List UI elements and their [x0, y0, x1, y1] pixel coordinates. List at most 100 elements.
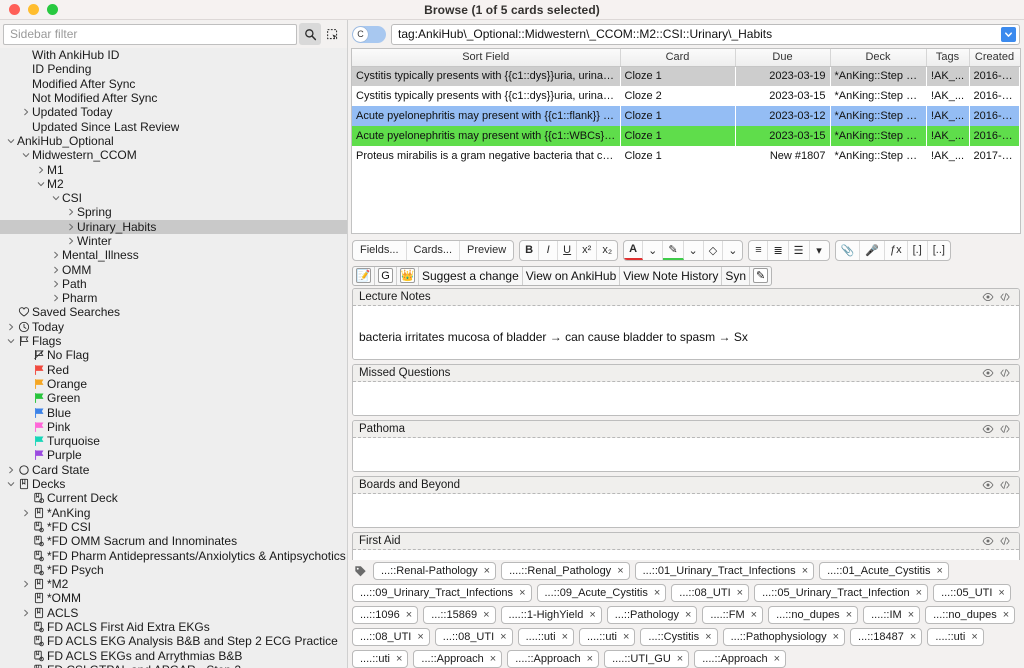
- remove-formatting-dropdown[interactable]: ⌄: [723, 241, 742, 260]
- justify-button[interactable]: ☰: [789, 240, 810, 260]
- sidebar-item-m2[interactable]: M2: [0, 177, 347, 191]
- attach-media-button[interactable]: 📎: [836, 240, 861, 260]
- chevron-right-icon[interactable]: [65, 237, 76, 245]
- underline-button[interactable]: U: [558, 240, 578, 260]
- remove-tag-icon[interactable]: ×: [617, 565, 623, 577]
- field-content[interactable]: bacteria irritates mucosa of bladder → c…: [353, 306, 1019, 359]
- table-row[interactable]: Acute pyelonephritis may present with {{…: [352, 126, 1020, 146]
- preview-button[interactable]: Preview: [460, 241, 513, 260]
- column-header-tags[interactable]: Tags: [926, 49, 970, 67]
- sidebar-item-card-state[interactable]: Card State: [0, 463, 347, 477]
- field-pathoma[interactable]: Pathoma: [352, 420, 1020, 472]
- tag-chip[interactable]: ...::1096 ×: [352, 606, 419, 624]
- view-on-ankihub-button[interactable]: View on AnkiHub: [523, 266, 621, 285]
- remove-tag-icon[interactable]: ×: [406, 609, 412, 621]
- sidebar-item-orange[interactable]: Orange: [0, 377, 347, 391]
- sidebar-item-omm[interactable]: OMM: [0, 262, 347, 277]
- superscript-button[interactable]: x²: [577, 240, 598, 260]
- tag-chip[interactable]: ....::FM ×: [702, 606, 764, 624]
- cloze-button[interactable]: [.]: [908, 240, 928, 260]
- remove-tag-icon[interactable]: ×: [654, 587, 660, 599]
- remove-tag-icon[interactable]: ×: [705, 631, 711, 643]
- search-input[interactable]: tag:AnkiHub\_Optional::Midwestern\_CCOM:…: [398, 27, 1001, 41]
- view-note-history-button[interactable]: View Note History: [620, 266, 723, 285]
- field-missed-questions[interactable]: Missed Questions: [352, 364, 1020, 416]
- sidebar-item-fd-acls-ekgs-and-arrythmias-b-b[interactable]: FD ACLS EKGs and Arrythmias B&B: [0, 648, 347, 663]
- chevron-right-icon[interactable]: [50, 251, 61, 259]
- chevron-down-icon[interactable]: [20, 151, 31, 159]
- highlight-color-button[interactable]: ✎: [663, 240, 684, 260]
- sync-button[interactable]: Syn: [722, 266, 751, 285]
- tag-chip[interactable]: ...::08_UTI ×: [671, 584, 750, 602]
- edit-note-icon[interactable]: 📝: [353, 266, 375, 285]
- chevron-right-icon[interactable]: [20, 609, 31, 617]
- html-editor-icon[interactable]: [996, 479, 1013, 491]
- tag-chip[interactable]: ...::01_Urinary_Tract_Infections ×: [634, 562, 815, 580]
- html-editor-icon[interactable]: [996, 367, 1013, 379]
- sidebar-item-path[interactable]: Path: [0, 277, 347, 291]
- remove-tag-icon[interactable]: ×: [936, 565, 942, 577]
- sidebar-item-green[interactable]: Green: [0, 391, 347, 405]
- tags-area[interactable]: ...::Renal-Pathology × ....::Renal_Patholo…: [348, 560, 1024, 668]
- remove-tag-icon[interactable]: ×: [490, 653, 496, 665]
- remove-tag-icon[interactable]: ×: [737, 587, 743, 599]
- sidebar-item-saved-searches[interactable]: Saved Searches: [0, 305, 347, 319]
- remove-tag-icon[interactable]: ×: [916, 587, 922, 599]
- note-fields[interactable]: Lecture Notes bacteria irritates mucosa o…: [348, 288, 1024, 560]
- tag-chip[interactable]: ...::08_UTI ×: [352, 628, 430, 646]
- remove-tag-icon[interactable]: ×: [519, 587, 525, 599]
- editor-primary-buttons[interactable]: Fields... Cards... Preview: [352, 239, 515, 261]
- chevron-right-icon[interactable]: [50, 280, 61, 288]
- subscript-button[interactable]: x₂: [597, 241, 617, 260]
- html-editor-icon[interactable]: [996, 535, 1013, 547]
- sidebar-item-modified-after-sync[interactable]: Modified After Sync: [0, 77, 347, 91]
- sidebar-item-winter[interactable]: Winter: [0, 234, 347, 248]
- text-color-button[interactable]: A: [624, 240, 644, 260]
- editor-color-buttons[interactable]: A ⌄ ✎ ⌄ ◇ ⌄: [623, 239, 744, 261]
- sidebar-item-today[interactable]: Today: [0, 320, 347, 334]
- remove-tag-icon[interactable]: ×: [483, 609, 489, 621]
- suggest-a-change-button[interactable]: Suggest a change: [419, 266, 523, 285]
- table-row[interactable]: Proteus mirabilis is a gram negative bac…: [352, 146, 1020, 166]
- sidebar-item-spring[interactable]: Spring: [0, 205, 347, 219]
- remove-tag-icon[interactable]: ×: [500, 631, 506, 643]
- sidebar-item-pink[interactable]: Pink: [0, 420, 347, 434]
- chevron-down-icon[interactable]: [35, 180, 46, 188]
- table-body[interactable]: Cystitis typically presents with {{c1::d…: [352, 66, 1020, 166]
- table-row[interactable]: Acute pyelonephritis may present with {{…: [352, 106, 1020, 126]
- sidebar-item-id-pending[interactable]: ID Pending: [0, 62, 347, 76]
- remove-tag-icon[interactable]: ×: [802, 565, 808, 577]
- justify-dropdown[interactable]: ▾: [810, 241, 829, 260]
- chevron-down-icon[interactable]: [5, 337, 16, 345]
- chevron-down-icon[interactable]: [5, 137, 16, 145]
- ankihub-buttons[interactable]: 📝 G 👑 Suggest a change View on AnkiHub View N…: [352, 265, 773, 286]
- highlight-color-dropdown[interactable]: ⌄: [684, 240, 704, 260]
- chevron-down-icon[interactable]: [50, 194, 61, 202]
- remove-tag-icon[interactable]: ×: [677, 653, 683, 665]
- sidebar-tree[interactable]: With AnkiHub ID ID Pending Modified After …: [0, 48, 347, 668]
- search-mode-toggle[interactable]: C: [352, 25, 386, 43]
- sidebar-item-urinary-habits[interactable]: Urinary_Habits: [0, 219, 347, 234]
- remove-formatting-button[interactable]: ◇: [704, 240, 724, 260]
- sidebar-item-flags[interactable]: Flags: [0, 334, 347, 348]
- tag-chip[interactable]: ....::uti ×: [517, 628, 574, 646]
- sidebar-item-m2[interactable]: *M2: [0, 577, 347, 591]
- html-editor-icon[interactable]: [996, 291, 1013, 303]
- field-content[interactable]: [353, 438, 1019, 471]
- tag-chip[interactable]: ....::Renal_Pathology ×: [501, 562, 630, 580]
- sidebar-item-anking[interactable]: *AnKing: [0, 506, 347, 520]
- column-header-sort-field[interactable]: Sort Field: [352, 49, 621, 67]
- italic-button[interactable]: I: [539, 240, 559, 260]
- eye-icon[interactable]: [979, 535, 996, 547]
- tag-chip[interactable]: ...::no_dupes ×: [768, 606, 859, 624]
- fields-button[interactable]: Fields...: [353, 240, 407, 260]
- tag-list[interactable]: ...::Renal-Pathology × ....::Renal_Patholo…: [352, 562, 1020, 668]
- sidebar-item-mental-illness[interactable]: Mental_Illness: [0, 248, 347, 262]
- anking-crown-icon[interactable]: 👑: [397, 266, 419, 285]
- field-lecture-notes[interactable]: Lecture Notes bacteria irritates mucosa o…: [352, 288, 1020, 360]
- eye-icon[interactable]: [979, 291, 996, 303]
- remove-tag-icon[interactable]: ×: [971, 631, 977, 643]
- sidebar-item-fd-acls-ekg-analysis-b-b-and-step-2-ecg-practice[interactable]: FD ACLS EKG Analysis B&B and Step 2 ECG …: [0, 634, 347, 648]
- tag-chip[interactable]: ....::UTI_GU ×: [604, 650, 690, 668]
- sidebar-item-decks[interactable]: Decks: [0, 477, 347, 491]
